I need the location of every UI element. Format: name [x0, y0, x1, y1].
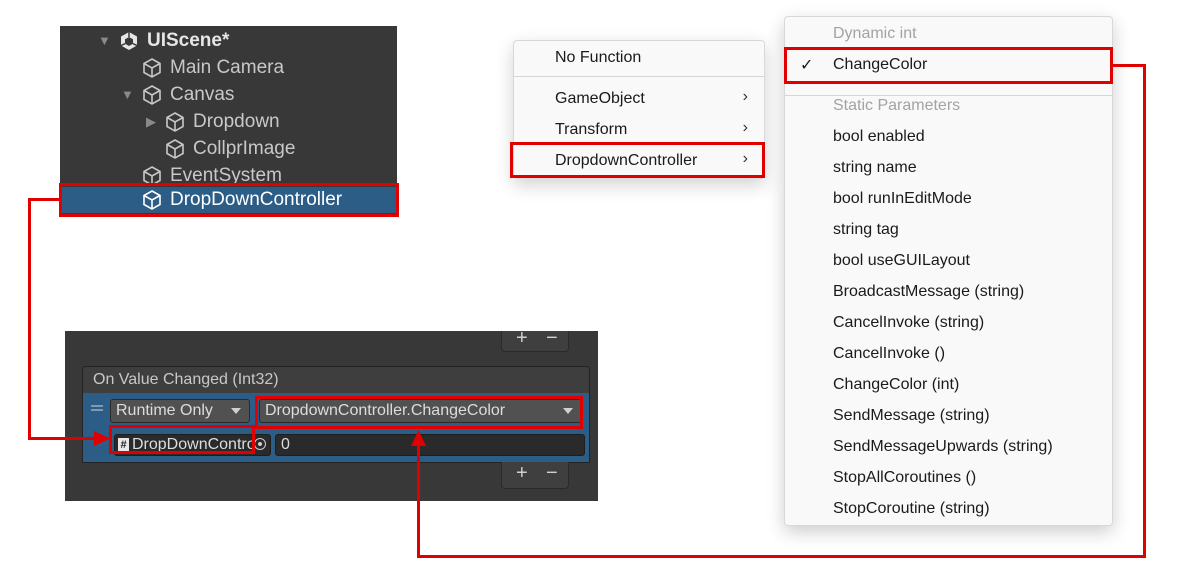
hierarchy-item-label: Canvas — [170, 84, 235, 105]
submenu-item-label: bool enabled — [833, 128, 925, 145]
submenu-item[interactable]: string tag — [785, 215, 1112, 246]
submenu-header-label: Static Parameters — [833, 97, 961, 114]
arrowhead-right-icon — [94, 431, 110, 446]
submenu-item[interactable]: StopAllCoroutines () — [785, 463, 1112, 494]
cube-icon — [166, 139, 184, 159]
scene-row[interactable]: ▼ UIScene* — [60, 28, 397, 54]
add-listener-button[interactable]: + — [516, 327, 528, 350]
submenu-item[interactable]: SendMessage (string) — [785, 401, 1112, 432]
event-header: On Value Changed (Int32) — [82, 366, 590, 394]
arrowhead-up-icon — [411, 430, 426, 446]
highlight-box-object-field — [109, 425, 255, 454]
dropdowncontroller-submenu: Dynamic int ✓ ChangeColor Static Paramet… — [784, 16, 1113, 526]
argument-value: 0 — [281, 436, 290, 453]
expand-arrow-icon[interactable]: ▼ — [121, 87, 134, 102]
runtime-mode-dropdown[interactable]: Runtime Only — [110, 399, 250, 423]
connector-line — [28, 198, 62, 201]
hierarchy-item-label: Dropdown — [193, 111, 280, 132]
submenu-item[interactable]: string name — [785, 153, 1112, 184]
expand-arrow-icon[interactable]: ▼ — [98, 33, 111, 48]
chevron-right-icon: › — [742, 88, 748, 105]
add-listener-button[interactable]: + — [516, 462, 528, 485]
cube-icon — [166, 112, 184, 132]
submenu-header-static: Static Parameters — [785, 91, 1112, 122]
submenu-header-label: Dynamic int — [833, 25, 917, 42]
menu-item-transform[interactable]: Transform › — [514, 115, 764, 145]
submenu-item-label: bool runInEditMode — [833, 190, 972, 207]
drag-handle-icon[interactable] — [91, 405, 103, 407]
drag-handle-icon[interactable] — [91, 409, 103, 411]
menu-item-no-function[interactable]: No Function — [514, 43, 764, 73]
runtime-mode-value: Runtime Only — [116, 402, 213, 419]
connector-line — [417, 444, 420, 558]
hierarchy-item-main-camera[interactable]: Main Camera — [60, 55, 397, 81]
chevron-down-icon — [231, 408, 241, 414]
submenu-header-dynamic: Dynamic int — [785, 19, 1112, 50]
connector-line — [417, 555, 1146, 558]
highlight-box-changecolor — [784, 47, 1113, 84]
cube-icon — [143, 85, 161, 105]
submenu-item-label: SendMessageUpwards (string) — [833, 438, 1053, 455]
submenu-item[interactable]: bool enabled — [785, 122, 1112, 153]
hierarchy-item-collprimage[interactable]: CollprImage — [60, 136, 397, 162]
submenu-item-label: string tag — [833, 221, 899, 238]
scene-name: UIScene* — [147, 30, 230, 51]
submenu-item-label: BroadcastMessage (string) — [833, 283, 1025, 300]
connector-line — [1112, 64, 1146, 67]
menu-item-label: No Function — [555, 49, 642, 66]
connector-line — [1143, 64, 1146, 558]
submenu-item-label: StopAllCoroutines () — [833, 469, 977, 486]
chevron-right-icon: › — [742, 119, 748, 136]
cube-icon — [143, 58, 161, 78]
submenu-item-label: StopCoroutine (string) — [833, 500, 990, 517]
hierarchy-item-label: CollprImage — [193, 138, 296, 159]
list-controls-bottom: + − — [501, 462, 569, 489]
submenu-item[interactable]: SendMessageUpwards (string) — [785, 432, 1112, 463]
submenu-item-label: ChangeColor (int) — [833, 376, 960, 393]
event-header-label: On Value Changed (Int32) — [93, 371, 279, 388]
submenu-item-label: bool useGUILayout — [833, 252, 970, 269]
hierarchy-item-canvas[interactable]: ▼ Canvas — [60, 82, 397, 108]
submenu-item[interactable]: bool useGUILayout — [785, 246, 1112, 277]
submenu-item-label: CancelInvoke () — [833, 345, 946, 362]
submenu-item[interactable]: bool runInEditMode — [785, 184, 1112, 215]
highlight-box-dropdowncontroller-menu — [510, 142, 765, 178]
hierarchy-item-label: Main Camera — [170, 57, 285, 78]
object-picker-icon[interactable] — [254, 438, 266, 450]
hierarchy-item-dropdown[interactable]: ▶ Dropdown — [60, 109, 397, 135]
menu-separator — [514, 76, 764, 77]
remove-listener-button[interactable]: − — [546, 462, 558, 485]
submenu-item[interactable]: StopCoroutine (string) — [785, 494, 1112, 525]
collapse-arrow-icon[interactable]: ▶ — [146, 114, 156, 130]
menu-item-gameobject[interactable]: GameObject › — [514, 84, 764, 114]
submenu-item-label: string name — [833, 159, 917, 176]
highlight-box-function-dropdown — [255, 396, 583, 429]
list-controls-top: + − — [501, 327, 569, 352]
argument-value-field[interactable]: 0 — [275, 434, 585, 456]
menu-item-label: GameObject — [555, 90, 645, 107]
submenu-item[interactable]: CancelInvoke (string) — [785, 308, 1112, 339]
submenu-item[interactable]: BroadcastMessage (string) — [785, 277, 1112, 308]
submenu-item[interactable]: ChangeColor (int) — [785, 370, 1112, 401]
unity-logo-icon — [120, 32, 138, 50]
connector-line — [28, 198, 31, 439]
submenu-item[interactable]: CancelInvoke () — [785, 339, 1112, 370]
submenu-item-label: SendMessage (string) — [833, 407, 990, 424]
remove-listener-button[interactable]: − — [546, 327, 558, 350]
connector-line — [28, 437, 98, 440]
menu-item-label: Transform — [555, 121, 628, 138]
submenu-item-label: CancelInvoke (string) — [833, 314, 985, 331]
highlight-box-hierarchy — [59, 183, 399, 217]
